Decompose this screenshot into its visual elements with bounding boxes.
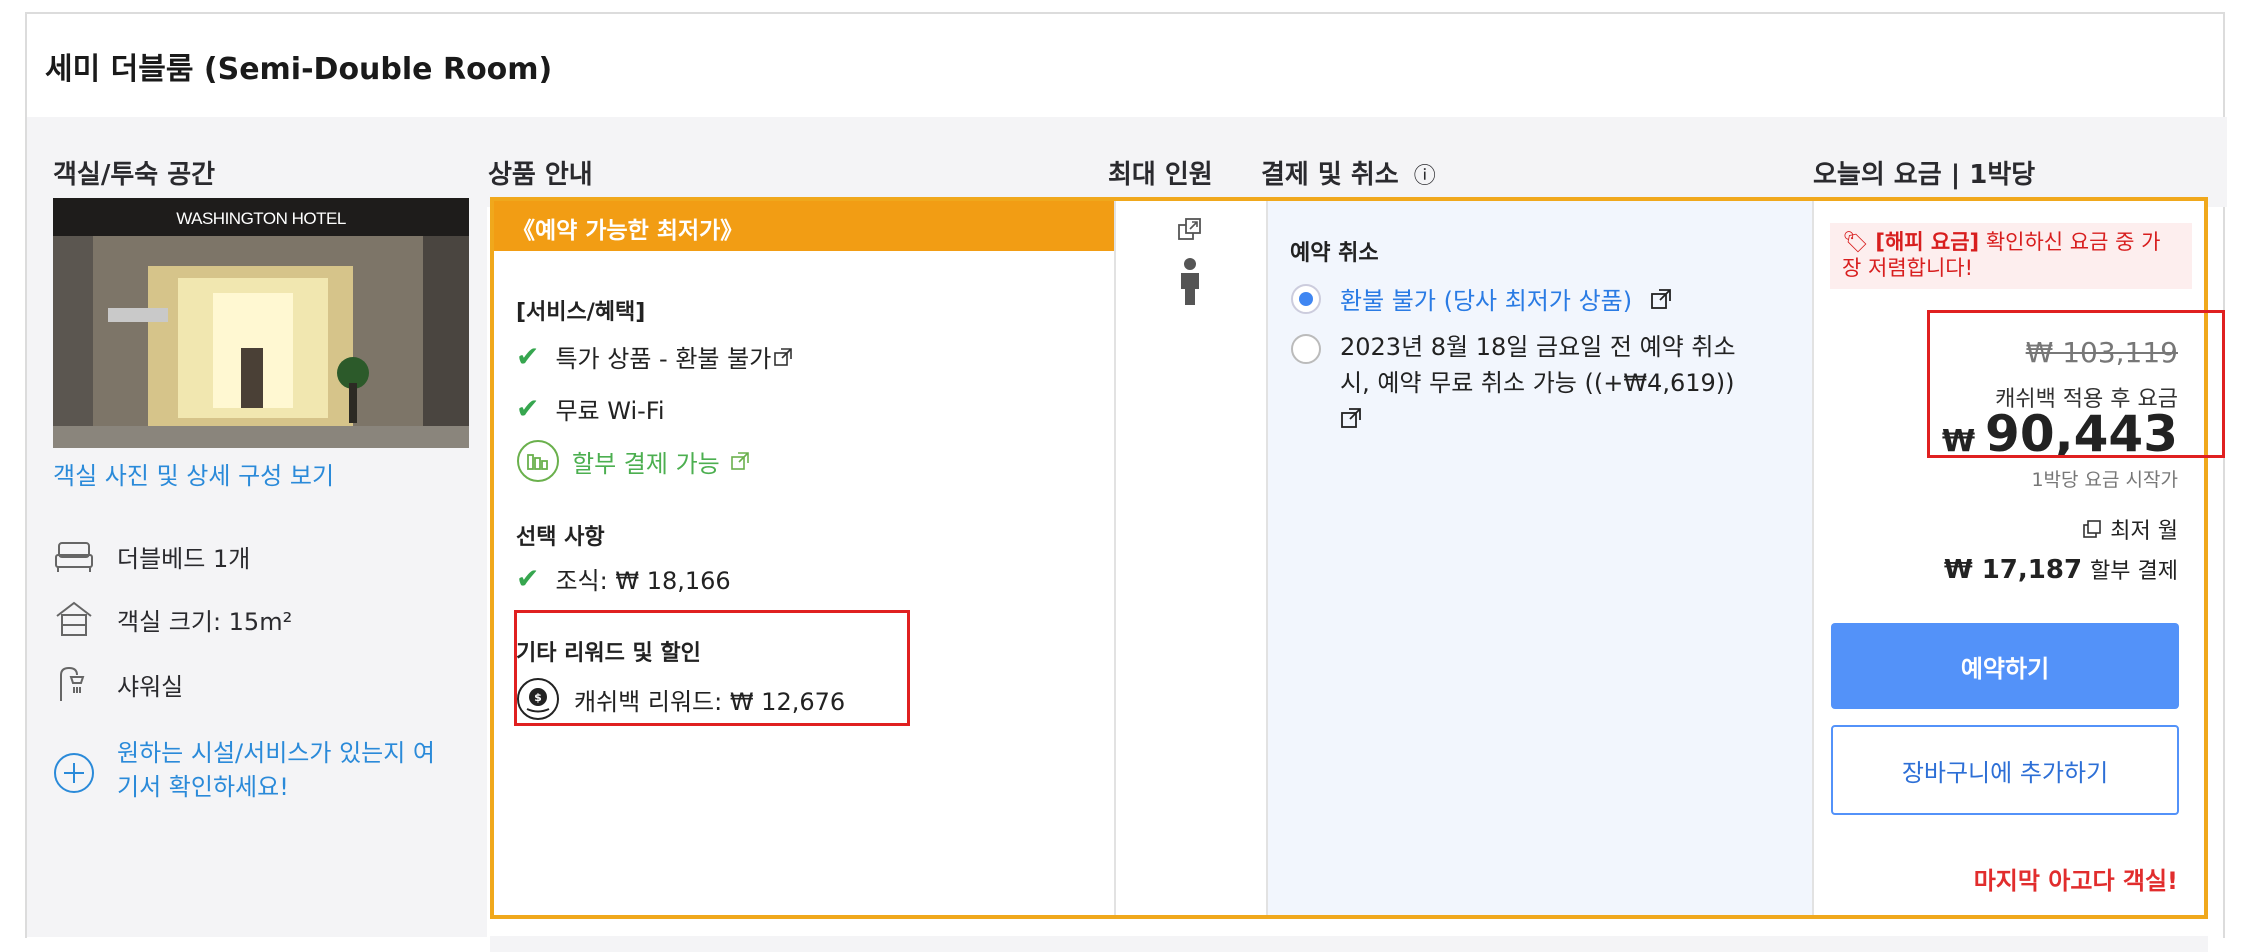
facility-check-link[interactable]: 원하는 시설/서비스가 있는지 여 기서 확인하세요! (53, 736, 435, 804)
info-icon[interactable]: ⓘ (1414, 164, 1436, 189)
divider (1114, 201, 1116, 915)
cancel-option-free[interactable]: 2023년 8월 18일 금요일 전 예약 취소 시, 예약 무료 취소 가능 … (1290, 329, 1736, 439)
amenity-label: 더블베드 1개 (117, 544, 251, 573)
person-icon (1181, 258, 1199, 305)
divider (1266, 201, 1268, 915)
installment-price-label: 할부 결제 (2090, 559, 2178, 584)
highlight-box (514, 610, 910, 726)
cancel-option-label: 환불 불가 (당사 최저가 상품) (1340, 287, 1633, 315)
tag-icon: 🏷 (1842, 230, 1869, 254)
installment-amount: ₩ 17,187 (1943, 555, 2083, 585)
check-icon: ✔ (516, 392, 540, 425)
services-title: [서비스/혜택] (516, 300, 646, 325)
external-link-icon[interactable] (1650, 288, 1672, 310)
header-max-occupancy: 최대 인원 (1108, 160, 1213, 190)
min-month[interactable]: 최저 월 (2082, 513, 2178, 545)
header-room-space: 객실/투숙 공간 (53, 160, 216, 190)
room-card: 세미 더블룸 (Semi-Double Room) 객실/투숙 공간 상품 안내… (25, 12, 2227, 952)
service-item: ✔ 무료 Wi-Fi (516, 391, 665, 426)
facility-link-text[interactable]: 원하는 시설/서비스가 있는지 여 기서 확인하세요! (117, 736, 435, 804)
installment-label: 할부 결제 가능 (572, 449, 720, 478)
next-row-edge (490, 936, 2208, 952)
cancel-option-label: 2023년 8월 18일 금요일 전 예약 취소 시, 예약 무료 취소 가능 … (1340, 329, 1736, 439)
divider (1812, 201, 1814, 915)
header-payment-cancel-label: 결제 및 취소 (1261, 160, 1399, 190)
installment-item[interactable]: 할부 결제 가능 (516, 439, 750, 483)
facility-link-line: 기서 확인하세요! (117, 773, 289, 801)
highlight-box (1927, 310, 2225, 458)
external-link-icon[interactable] (1340, 407, 1362, 429)
installment-price: ₩ 17,187 할부 결제 (1944, 553, 2178, 585)
amenity-label: 객실 크기: 15m² (117, 607, 293, 636)
header-product-info: 상품 안내 (488, 160, 593, 190)
shower-icon (60, 666, 85, 701)
happy-rate-text: 장 저렴합니다! (1842, 256, 1974, 280)
check-icon: ✔ (516, 562, 540, 595)
cancel-option-nonrefundable[interactable]: 환불 불가 (당사 최저가 상품) (1290, 281, 1672, 316)
bed-icon (55, 542, 93, 572)
happy-rate-tag: [해피 요금] (1875, 230, 1980, 254)
book-button[interactable]: 예약하기 (1831, 623, 2179, 709)
external-link-icon[interactable] (730, 451, 750, 471)
room-photo[interactable]: WASHINGTON HOTEL (53, 198, 469, 448)
happy-rate-text: 확인하신 요금 중 가 (1979, 230, 2161, 254)
breakfast-label: 조식: ₩ 18,166 (555, 567, 731, 595)
min-month-label: 최저 월 (2110, 519, 2178, 544)
breakfast-item: ✔ 조식: ₩ 18,166 (516, 561, 731, 596)
amenity-shower: 샤워실 (53, 663, 183, 705)
start-price-note: 1박당 요금 시작가 (2031, 469, 2178, 491)
room-title: 세미 더블룸 (Semi-Double Room) (45, 52, 553, 87)
external-link-icon[interactable] (773, 347, 793, 367)
last-room-alert: 마지막 아고다 객실! (1973, 867, 2178, 895)
service-item: ✔ 특가 상품 - 환불 불가 (516, 339, 793, 374)
external-link-icon[interactable] (1177, 217, 1203, 243)
cancel-option-line: 시, 예약 무료 취소 가능 ((+₩4,619)) (1340, 369, 1735, 397)
options-title: 선택 사항 (516, 525, 605, 550)
radio-unselected[interactable] (1290, 333, 1322, 365)
hotel-entrance-image: WASHINGTON HOTEL (53, 198, 469, 448)
house-icon (56, 601, 92, 636)
facility-link-line: 원하는 시설/서비스가 있는지 여 (117, 739, 436, 767)
service-label: 무료 Wi-Fi (555, 397, 665, 425)
external-link-icon[interactable] (2082, 519, 2102, 539)
cancel-option-line: 2023년 8월 18일 금요일 전 예약 취소 (1340, 333, 1736, 361)
add-to-cart-button[interactable]: 장바구니에 추가하기 (1831, 725, 2179, 815)
amenity-label: 샤워실 (117, 672, 184, 701)
header-today-price: 오늘의 요금 | 1박당 (1813, 160, 2036, 190)
hotel-sign: WASHINGTON HOTEL (176, 209, 346, 228)
happy-rate-banner: 🏷 [해피 요금] 확인하신 요금 중 가 장 저렴합니다! (1830, 223, 2192, 289)
amenity-size: 객실 크기: 15m² (53, 598, 292, 640)
check-icon: ✔ (516, 340, 540, 373)
amenity-bed: 더블베드 1개 (53, 535, 250, 577)
room-photo-link[interactable]: 객실 사진 및 상세 구성 보기 (53, 456, 334, 491)
service-label: 특가 상품 - 환불 불가 (555, 345, 772, 373)
lowest-price-banner: 《예약 가능한 최저가》 (494, 201, 1114, 251)
installment-icon (517, 440, 559, 482)
plus-circle-icon (54, 753, 94, 793)
cancellation-title: 예약 취소 (1290, 241, 1379, 266)
header-payment-cancel: 결제 및 취소 ⓘ (1261, 154, 1436, 191)
radio-selected[interactable] (1290, 283, 1322, 315)
